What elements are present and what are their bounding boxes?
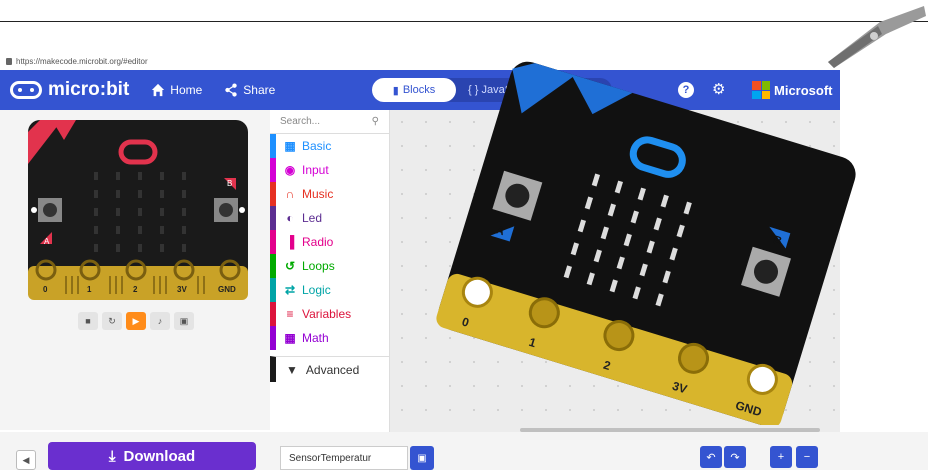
category-variables[interactable]: ≡ Variables: [270, 302, 389, 326]
search-input[interactable]: Search...: [280, 116, 320, 127]
restart-icon[interactable]: ↻: [102, 312, 122, 330]
category-label: Music: [302, 187, 334, 201]
zoom-in-icon[interactable]: +: [770, 446, 792, 468]
simulator-controls: ■ ↻ ▶ ♪ ▣: [78, 312, 194, 330]
home-label: Home: [170, 83, 203, 97]
shuffle-icon: ⇄: [284, 283, 296, 297]
lock-icon: [6, 57, 12, 65]
search-icon: ⚲: [371, 116, 379, 127]
category-label: Basic: [302, 139, 332, 153]
advanced-category[interactable]: ▼ Advanced: [270, 356, 389, 382]
simulator-board[interactable]: A B 0 1 2 3V GND: [28, 120, 248, 300]
pin-2: 2: [133, 285, 138, 294]
calculator-icon: ▦: [284, 331, 296, 345]
brand-name: micro:bit: [48, 79, 130, 100]
screen: https://makecode.microbit.org/#editor mi…: [0, 0, 928, 470]
collapse-simulator-button[interactable]: ◀: [16, 450, 36, 470]
category-label: Radio: [302, 235, 334, 249]
toggle-icon: ◐: [286, 211, 294, 225]
alligator-clip-photo: [828, 6, 926, 68]
url-text: https://makecode.microbit.org/#editor: [16, 56, 148, 66]
download-button[interactable]: ⤓ Download: [48, 442, 256, 470]
category-math[interactable]: ▦ Math: [270, 326, 389, 350]
category-label: Led: [302, 211, 323, 225]
undo-icon[interactable]: ↶: [700, 446, 722, 468]
category-music[interactable]: ∩ Music: [270, 182, 389, 206]
category-logic[interactable]: ⇄ Logic: [270, 278, 389, 302]
stop-icon[interactable]: ■: [78, 312, 98, 330]
advanced-label: Advanced: [305, 362, 360, 377]
category-label: Logic: [302, 283, 331, 297]
fullscreen-icon[interactable]: ▣: [174, 312, 194, 330]
share-button[interactable]: Share: [224, 83, 275, 97]
toolbox-search[interactable]: Search... ⚲: [270, 110, 389, 134]
category-label: Input: [302, 163, 329, 177]
pin-1: 1: [87, 285, 92, 294]
top-rule: [0, 21, 928, 22]
home-button[interactable]: Home: [151, 83, 202, 97]
microbit-logo[interactable]: micro:bit: [10, 79, 129, 101]
save-icon[interactable]: ▣: [410, 446, 434, 470]
zoom-group: + −: [770, 446, 818, 468]
button-a-label: A: [44, 237, 50, 246]
undo-redo-group: ↶ ↷: [700, 446, 746, 468]
download-label: Download: [123, 447, 196, 465]
signal-icon: ▐: [285, 235, 295, 249]
share-icon: [225, 83, 237, 97]
category-led[interactable]: ◐ Led: [270, 206, 389, 230]
microbit-photo: 0 1 2 3V GND A B: [436, 61, 856, 425]
category-loops[interactable]: ↺ Loops: [270, 254, 389, 278]
pin-3v: 3V: [177, 285, 187, 294]
category-basic[interactable]: ▦ Basic: [270, 134, 389, 158]
headphones-icon: ∩: [285, 187, 295, 201]
editor-footer: ◀ ⤓ Download SensorTemperatur ▣ ↶ ↷ + −: [0, 432, 928, 470]
button-b-label: B: [227, 179, 232, 188]
zoom-out-icon[interactable]: −: [796, 446, 818, 468]
home-icon: [152, 83, 165, 97]
mute-icon[interactable]: ♪: [150, 312, 170, 330]
microbit-face-icon: [10, 81, 42, 99]
redo-icon[interactable]: ↷: [724, 446, 746, 468]
share-label: Share: [243, 83, 276, 97]
category-input[interactable]: ◉ Input: [270, 158, 389, 182]
category-list: ▦ Basic ◉ Input ∩ Music ◐ Led ▐ Radio ↺ Loops ⇄ Logic…: [270, 134, 389, 350]
loop-icon: ↺: [284, 259, 296, 273]
download-icon: ⤓: [108, 447, 116, 465]
simulator-pane: A B 0 1 2 3V GND: [0, 110, 270, 430]
category-label: Math: [302, 331, 329, 345]
target-icon: ◉: [284, 163, 296, 177]
pin-gnd: GND: [218, 285, 236, 294]
category-label: Loops: [302, 259, 335, 273]
puzzle-icon: ▮: [392, 84, 399, 97]
slow-motion-icon[interactable]: ▶: [126, 312, 146, 330]
toolbox: Search... ⚲ ▦ Basic ◉ Input ∩ Music ◐ Led ▐ Radio…: [270, 110, 390, 432]
category-radio[interactable]: ▐ Radio: [270, 230, 389, 254]
grid-icon: ▦: [284, 139, 296, 153]
pin-0: 0: [43, 285, 48, 294]
category-label: Variables: [302, 307, 352, 321]
lines-icon: ≡: [286, 307, 294, 321]
project-name-input[interactable]: SensorTemperatur: [280, 446, 408, 470]
chevron-down-icon: ▼: [286, 362, 298, 377]
